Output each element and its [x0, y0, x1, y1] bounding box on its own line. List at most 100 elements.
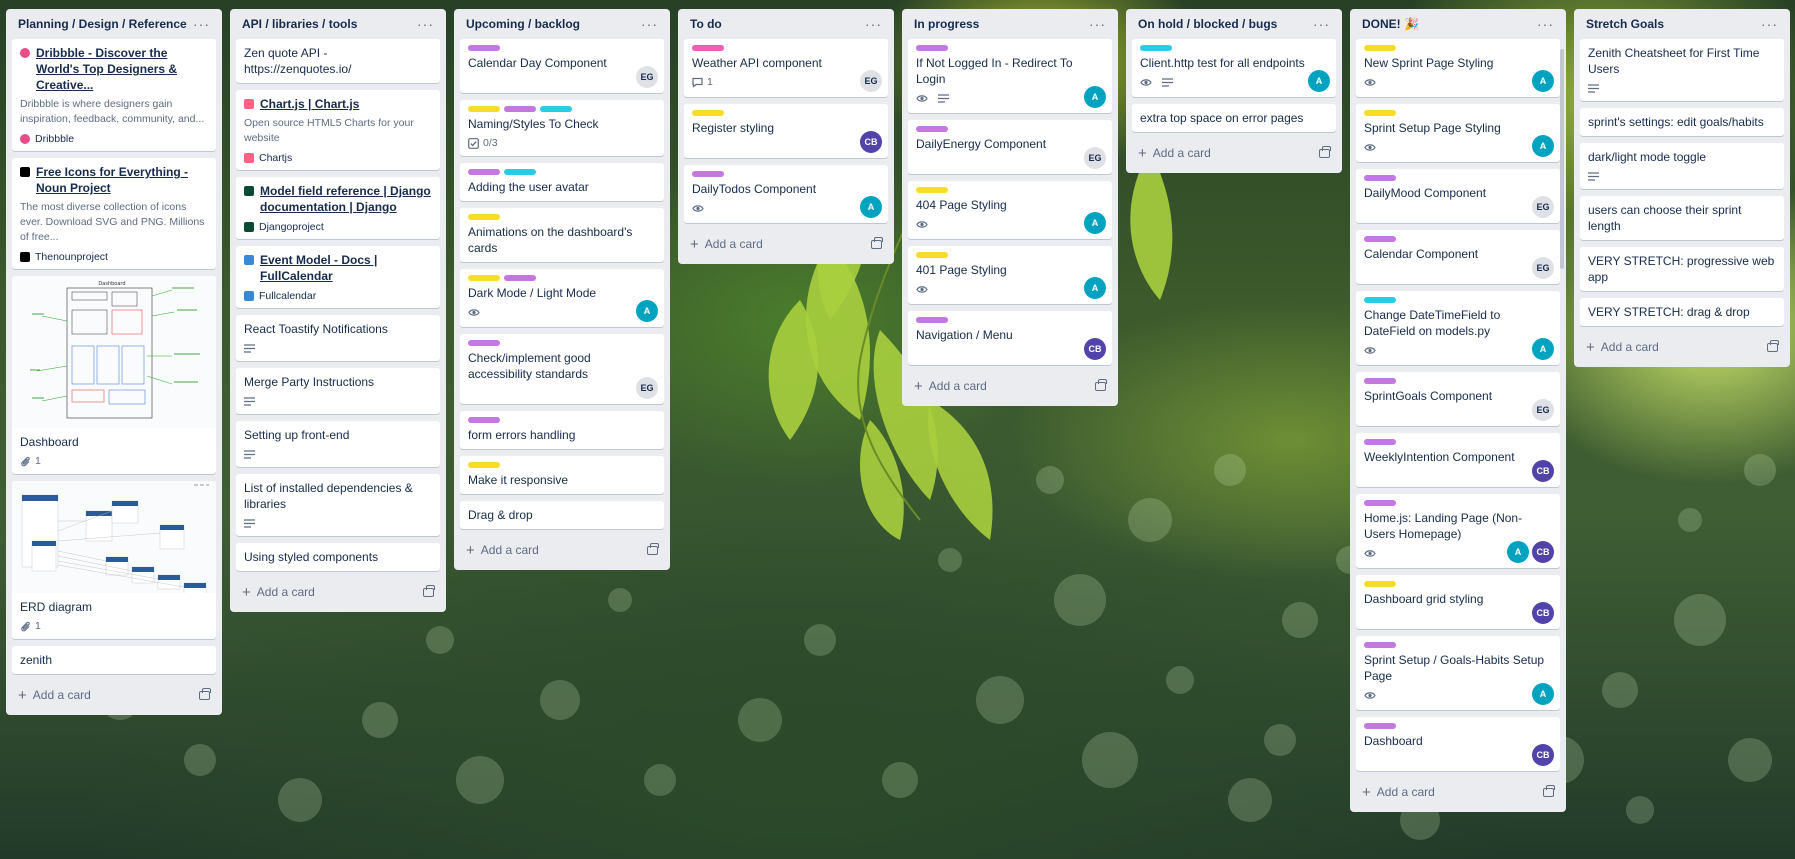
card[interactable]: Zen quote API - https://zenquotes.io/: [236, 39, 440, 83]
card[interactable]: WeeklyIntention Component CB: [1356, 433, 1560, 487]
label-purple[interactable]: [1364, 500, 1396, 506]
label-yellow[interactable]: [1364, 45, 1396, 51]
card[interactable]: Zenith Cheatsheet for First Time Users: [1580, 39, 1784, 101]
member-avatar[interactable]: A: [1532, 70, 1554, 92]
add-card-button[interactable]: + Add a card: [236, 578, 440, 606]
card-template-icon[interactable]: [423, 584, 435, 597]
add-card-button[interactable]: + Add a card: [460, 536, 664, 564]
label-purple[interactable]: [468, 45, 500, 51]
list-title[interactable]: DONE! 🎉: [1362, 17, 1419, 31]
card[interactable]: Register styling CB: [684, 104, 888, 158]
label-yellow[interactable]: [468, 275, 500, 281]
card-link-title[interactable]: Free Icons for Everything - Noun Project: [36, 164, 208, 196]
card[interactable]: Client.http test for all endpoints A: [1132, 39, 1336, 97]
label-purple[interactable]: [468, 417, 500, 423]
label-purple[interactable]: [1364, 642, 1396, 648]
label-cyan[interactable]: [1140, 45, 1172, 51]
card[interactable]: sprint's settings: edit goals/habits: [1580, 108, 1784, 136]
list-title[interactable]: Upcoming / backlog: [466, 17, 580, 31]
label-yellow[interactable]: [692, 110, 724, 116]
label-purple[interactable]: [468, 340, 500, 346]
card[interactable]: zenith: [12, 646, 216, 674]
list-title[interactable]: On hold / blocked / bugs: [1138, 17, 1277, 31]
card[interactable]: Naming/Styles To Check 0/3: [460, 100, 664, 156]
label-cyan[interactable]: [540, 106, 572, 112]
card[interactable]: New Sprint Page Styling A: [1356, 39, 1560, 97]
label-yellow[interactable]: [1364, 110, 1396, 116]
label-yellow[interactable]: [1364, 581, 1396, 587]
list-menu-icon[interactable]: ···: [417, 17, 434, 31]
member-avatar[interactable]: EG: [1532, 399, 1554, 421]
card[interactable]: Sprint Setup Page Styling A: [1356, 104, 1560, 162]
label-purple[interactable]: [1364, 175, 1396, 181]
member-avatar[interactable]: A: [1084, 212, 1106, 234]
label-purple[interactable]: [504, 106, 536, 112]
card[interactable]: Navigation / Menu CB: [908, 311, 1112, 365]
label-yellow[interactable]: [468, 106, 500, 112]
list-scrollbar[interactable]: [1560, 49, 1564, 269]
card-template-icon[interactable]: [1767, 339, 1779, 352]
card[interactable]: Event Model - Docs | FullCalendar Fullcal…: [236, 246, 440, 308]
card[interactable]: DailyTodos Component A: [684, 165, 888, 223]
list-menu-icon[interactable]: ···: [1313, 17, 1330, 31]
label-yellow[interactable]: [468, 214, 500, 220]
card-template-icon[interactable]: [871, 236, 883, 249]
card-link-title[interactable]: Model field reference | Django documenta…: [260, 183, 432, 215]
card[interactable]: React Toastify Notifications: [236, 315, 440, 361]
card-template-icon[interactable]: [1319, 145, 1331, 158]
card[interactable]: Merge Party Instructions: [236, 368, 440, 414]
member-avatar[interactable]: CB: [860, 131, 882, 153]
member-avatar[interactable]: A: [1532, 135, 1554, 157]
card[interactable]: Dashboard Dashboard 1: [12, 276, 216, 474]
label-purple[interactable]: [504, 275, 536, 281]
member-avatar[interactable]: CB: [1532, 460, 1554, 482]
card[interactable]: List of installed dependencies & librari…: [236, 474, 440, 536]
list-title[interactable]: To do: [690, 17, 722, 31]
card[interactable]: Adding the user avatar: [460, 163, 664, 201]
list-menu-icon[interactable]: ···: [1089, 17, 1106, 31]
add-card-button[interactable]: + Add a card: [1356, 778, 1560, 806]
card[interactable]: 404 Page Styling A: [908, 181, 1112, 239]
card[interactable]: Dashboard grid styling CB: [1356, 575, 1560, 629]
list-title[interactable]: API / libraries / tools: [242, 17, 357, 31]
label-purple[interactable]: [1364, 723, 1396, 729]
member-avatar[interactable]: A: [1507, 541, 1529, 563]
card[interactable]: ERD diagram 1: [12, 481, 216, 639]
card[interactable]: Weather API component 1 EG: [684, 39, 888, 97]
card[interactable]: VERY STRETCH: progressive web app: [1580, 247, 1784, 291]
member-avatar[interactable]: A: [860, 196, 882, 218]
list-menu-icon[interactable]: ···: [865, 17, 882, 31]
label-purple[interactable]: [468, 169, 500, 175]
list-menu-icon[interactable]: ···: [193, 17, 210, 31]
card[interactable]: Change DateTimeField to DateField on mod…: [1356, 291, 1560, 365]
card[interactable]: DailyMood Component EG: [1356, 169, 1560, 223]
label-purple[interactable]: [916, 126, 948, 132]
member-avatar[interactable]: CB: [1532, 744, 1554, 766]
member-avatar[interactable]: EG: [636, 66, 658, 88]
add-card-button[interactable]: + Add a card: [12, 681, 216, 709]
card[interactable]: form errors handling: [460, 411, 664, 449]
card-template-icon[interactable]: [647, 542, 659, 555]
member-avatar[interactable]: EG: [1532, 196, 1554, 218]
list-menu-icon[interactable]: ···: [1537, 17, 1554, 31]
list-menu-icon[interactable]: ···: [1761, 17, 1778, 31]
card[interactable]: Free Icons for Everything - Noun Project…: [12, 158, 216, 269]
card[interactable]: Dribbble - Discover the World's Top Desi…: [12, 39, 216, 151]
member-avatar[interactable]: CB: [1532, 541, 1554, 563]
card[interactable]: Model field reference | Django documenta…: [236, 177, 440, 239]
member-avatar[interactable]: EG: [1084, 147, 1106, 169]
card-template-icon[interactable]: [1095, 378, 1107, 391]
card[interactable]: Animations on the dashboard's cards: [460, 208, 664, 262]
card-link-title[interactable]: Chart.js | Chart.js: [260, 96, 359, 112]
add-card-button[interactable]: + Add a card: [684, 230, 888, 258]
card[interactable]: Make it responsive: [460, 456, 664, 494]
member-avatar[interactable]: EG: [1532, 257, 1554, 279]
member-avatar[interactable]: EG: [636, 377, 658, 399]
card[interactable]: Drag & drop: [460, 501, 664, 529]
label-purple[interactable]: [1364, 378, 1396, 384]
card[interactable]: users can choose their sprint length: [1580, 196, 1784, 240]
label-pink[interactable]: [692, 45, 724, 51]
member-avatar[interactable]: A: [1532, 338, 1554, 360]
card[interactable]: VERY STRETCH: drag & drop: [1580, 298, 1784, 326]
member-avatar[interactable]: CB: [1532, 602, 1554, 624]
